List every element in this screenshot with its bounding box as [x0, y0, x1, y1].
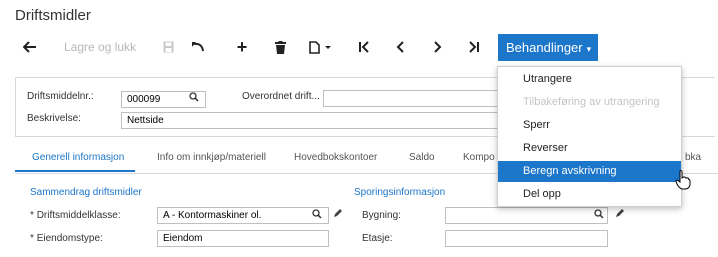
edit-pencil-icon[interactable] [333, 208, 343, 221]
description-label: Beskrivelse: [27, 113, 81, 124]
actions-menu-label: Behandlinger [506, 40, 583, 55]
parent-asset-label: Overordnet drift... [242, 91, 320, 102]
hand-cursor-icon [675, 170, 691, 195]
parent-asset-input[interactable] [323, 90, 499, 107]
toolbar: Lagre og lukk + Behandlinger ▾ [0, 33, 718, 61]
tab-depreciation[interactable]: bka [685, 152, 701, 163]
tab-balance[interactable]: Saldo [409, 152, 435, 163]
save-icon[interactable] [160, 33, 176, 61]
last-record-icon[interactable] [466, 33, 482, 61]
asset-no-label: Driftsmiddelnr.: [27, 91, 94, 102]
asset-class-label-text: Driftsmiddelklasse: [36, 210, 121, 221]
tab-gl-accounts[interactable]: Hovedbokskontoer [294, 152, 377, 163]
menu-item-split[interactable]: Del opp [498, 184, 681, 205]
asset-class-input[interactable]: A - Kontormaskiner ol. [157, 207, 329, 224]
next-record-icon[interactable] [430, 33, 446, 61]
menu-item-calculate-depreciation[interactable]: Beregn avskrivning [498, 161, 681, 182]
previous-record-icon[interactable] [392, 33, 408, 61]
first-record-icon[interactable] [356, 33, 372, 61]
asset-no-value: 000099 [127, 94, 161, 105]
delete-icon[interactable] [272, 33, 288, 61]
building-input[interactable] [445, 207, 608, 224]
actions-menu-button[interactable]: Behandlinger ▾ [498, 34, 598, 61]
floor-label: Etasje: [362, 233, 393, 244]
tab-general-info[interactable]: Generell informasjon [32, 152, 124, 163]
required-marker: * [30, 233, 34, 244]
search-icon[interactable] [189, 92, 199, 105]
menu-item-reverse-retirement: Tilbakeføring av utrangering [523, 96, 660, 108]
required-marker: * [30, 210, 34, 221]
active-tab-indicator [15, 170, 135, 172]
menu-item-retire[interactable]: Utrangere [498, 69, 681, 90]
property-type-select[interactable]: Eiendom [157, 230, 329, 247]
edit-pencil-icon[interactable] [615, 208, 625, 221]
search-icon[interactable] [312, 209, 322, 222]
add-icon[interactable]: + [234, 33, 250, 61]
floor-input[interactable] [445, 230, 608, 247]
tab-purchase-info[interactable]: Info om innkjøp/materiell [157, 152, 266, 163]
description-value: Nettside [127, 115, 164, 126]
page-title: Driftsmidler [15, 7, 91, 24]
property-type-label-text: Eiendomstype: [36, 233, 103, 244]
tracking-section-title: Sporingsinformasjon [354, 187, 446, 198]
chevron-down-icon: ▾ [586, 44, 592, 54]
actions-dropdown-menu: Utrangere Tilbakeføring av utrangering S… [497, 66, 682, 207]
search-icon[interactable] [594, 209, 604, 222]
building-label: Bygning: [362, 210, 401, 221]
menu-item-reverse[interactable]: Reverser [498, 138, 681, 159]
property-type-value: Eiendom [163, 233, 203, 244]
back-arrow-icon[interactable] [22, 33, 38, 61]
asset-class-label: * Driftsmiddelklasse: [30, 210, 121, 221]
summary-section-title: Sammendrag driftsmidler [30, 187, 142, 198]
description-input[interactable]: Nettside [121, 112, 499, 129]
tab-components[interactable]: Kompo [463, 152, 495, 163]
asset-class-value: A - Kontormaskiner ol. [163, 210, 262, 221]
menu-item-lock[interactable]: Sperr [498, 115, 681, 136]
copy-paste-icon[interactable] [308, 33, 334, 61]
property-type-label: * Eiendomstype: [30, 233, 103, 244]
undo-icon[interactable] [190, 33, 206, 61]
save-close-button[interactable]: Lagre og lukk [64, 33, 136, 61]
